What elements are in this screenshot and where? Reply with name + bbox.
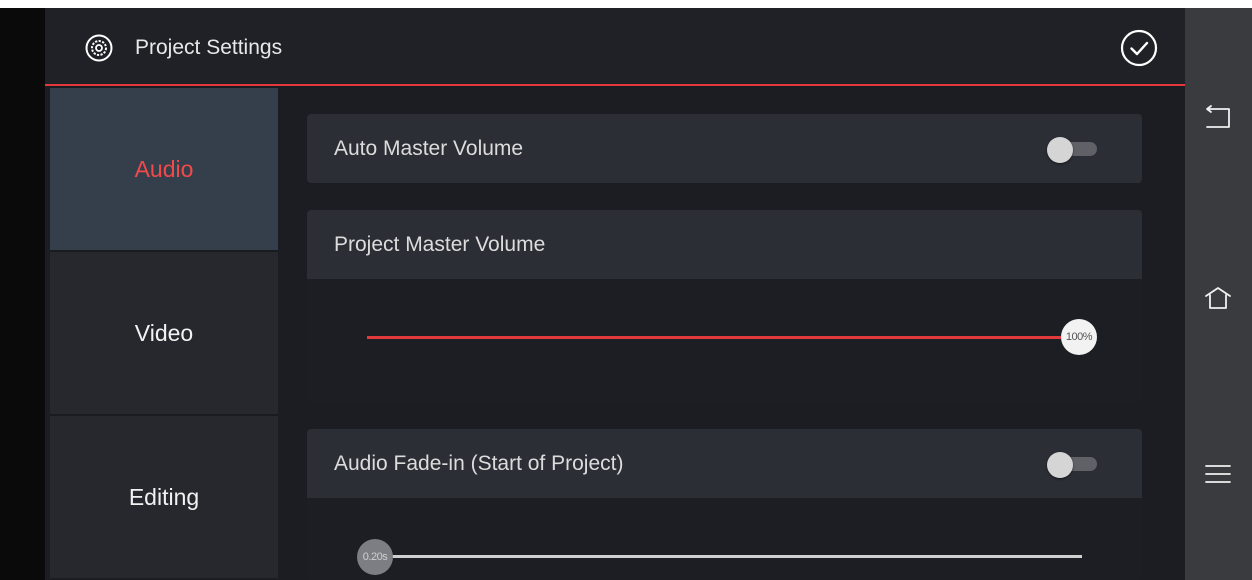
left-screen-edge: [0, 8, 45, 580]
fade-in-slider[interactable]: 0.20s: [357, 539, 1087, 575]
header-bar: Project Settings: [45, 8, 1185, 86]
toggle-knob: [1047, 452, 1073, 478]
auto-master-volume-label: Auto Master Volume: [334, 137, 524, 160]
audio-fade-in-toggle[interactable]: [1047, 452, 1097, 478]
master-volume-thumb[interactable]: 100%: [1061, 319, 1097, 355]
sidebar-item-label: Editing: [128, 483, 200, 510]
project-master-volume-label: Project Master Volume: [334, 233, 546, 256]
audio-fade-in-panel: Audio Fade-in (Start of Project) 0.20s: [307, 429, 1142, 580]
back-icon[interactable]: [1198, 98, 1238, 138]
system-navigation-bar: [1185, 8, 1252, 580]
audio-fade-in-label: Audio Fade-in (Start of Project): [334, 452, 624, 475]
slider-track: [377, 555, 1082, 558]
menu-icon[interactable]: [1198, 454, 1238, 494]
toggle-knob: [1047, 137, 1073, 163]
settings-sidebar: Audio Video Editing: [50, 88, 278, 580]
sidebar-item-editing[interactable]: Editing: [50, 416, 278, 578]
settings-icon: [85, 34, 113, 62]
sidebar-item-audio[interactable]: Audio: [50, 88, 278, 250]
sidebar-item-label: Audio: [134, 155, 194, 182]
page-title: Project Settings: [135, 36, 283, 59]
slider-fill: [367, 336, 1077, 339]
sidebar-item-label: Video: [134, 319, 194, 346]
auto-master-volume-toggle[interactable]: [1047, 137, 1097, 163]
master-volume-slider[interactable]: 100%: [367, 319, 1099, 355]
home-icon[interactable]: [1198, 278, 1238, 318]
project-settings-window: Project Settings Audio Video Editing Aut…: [45, 8, 1185, 580]
fade-in-thumb[interactable]: 0.20s: [357, 539, 393, 575]
auto-master-volume-row: Auto Master Volume: [307, 114, 1142, 183]
sidebar-item-video[interactable]: Video: [50, 252, 278, 414]
check-circle-icon[interactable]: [1119, 28, 1159, 68]
project-master-volume-panel: Project Master Volume 100%: [307, 210, 1142, 402]
